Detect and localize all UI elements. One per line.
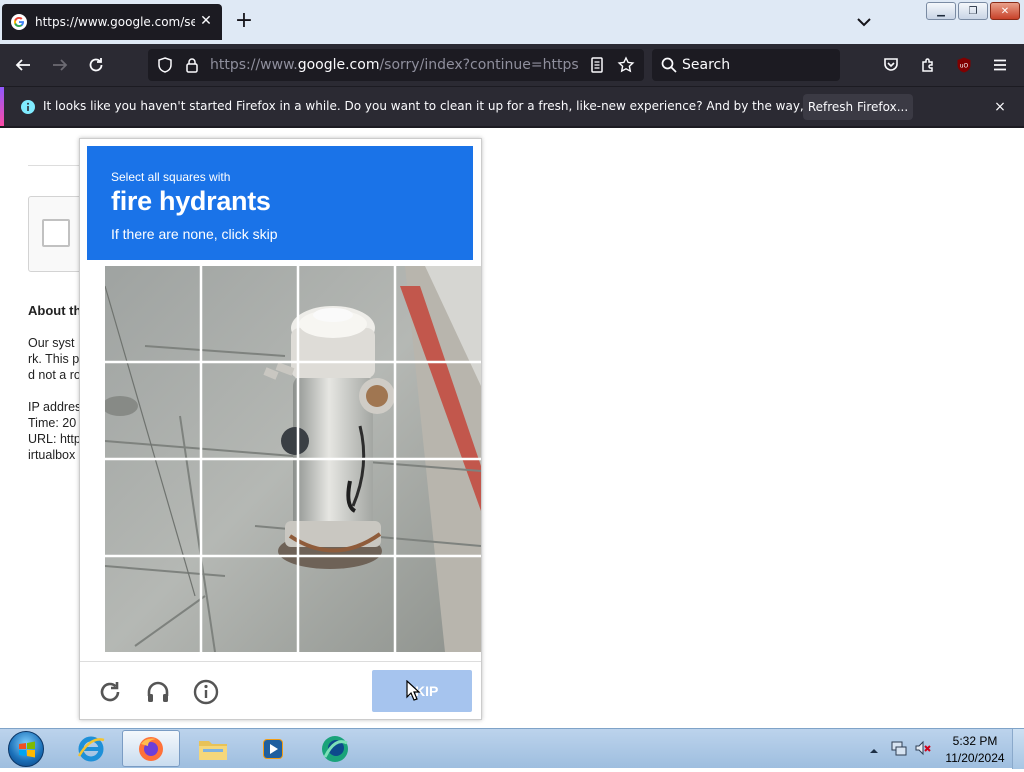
url-bar[interactable]: https://www.google.com/sorry/index?conti…: [148, 49, 644, 81]
file-explorer-icon[interactable]: [184, 730, 242, 767]
network-icon[interactable]: [890, 739, 908, 757]
clock-time[interactable]: 5:32 PM: [950, 734, 1000, 748]
pocket-icon[interactable]: [880, 54, 902, 76]
hamburger-menu-icon[interactable]: [989, 54, 1011, 76]
search-icon: [658, 54, 680, 76]
start-button[interactable]: [8, 731, 44, 767]
url-host: google.com: [297, 57, 380, 73]
back-arrow-icon[interactable]: [12, 54, 34, 76]
captcha-tile-3[interactable]: [293, 266, 387, 363]
navigation-toolbar: https://www.google.com/sorry/index?conti…: [0, 44, 1024, 86]
extensions-puzzle-icon[interactable]: [917, 54, 939, 76]
media-player-icon[interactable]: [244, 730, 302, 767]
svg-text:uO: uO: [960, 63, 969, 70]
info-icon[interactable]: [192, 678, 220, 706]
list-all-tabs-chevron-icon[interactable]: [852, 10, 876, 34]
browser-tab[interactable]: https://www.google.com/search ✕: [2, 4, 222, 40]
page-text-line: Time: 20: [28, 416, 77, 430]
ublock-origin-icon[interactable]: uO: [953, 54, 975, 76]
about-heading: About th: [28, 303, 82, 318]
firefox-icon[interactable]: [122, 730, 180, 767]
refresh-firefox-button[interactable]: Refresh Firefox...: [803, 94, 913, 120]
reload-icon[interactable]: [96, 678, 124, 706]
lock-icon[interactable]: [181, 54, 203, 76]
page-text-line: Our syst: [28, 336, 75, 350]
refresh-firefox-notification: It looks like you haven't started Firefo…: [0, 86, 1024, 127]
captcha-tile-13[interactable]: [105, 556, 199, 653]
captcha-tile-9[interactable]: [105, 459, 199, 556]
search-placeholder: Search: [682, 57, 731, 73]
recaptcha-challenge-popup: Select all squares with fire hydrants If…: [79, 138, 482, 720]
tab-close-icon[interactable]: ✕: [198, 13, 214, 29]
instruction-target: fire hydrants: [111, 186, 271, 216]
captcha-tile-11[interactable]: [293, 459, 387, 556]
captcha-tile-12[interactable]: [387, 459, 481, 556]
page-text-line: d not a ro: [28, 368, 81, 382]
captcha-tile-7[interactable]: [293, 363, 387, 460]
page-text-line: rk. This p: [28, 352, 80, 366]
url-prefix: https://www.: [210, 57, 298, 73]
challenge-footer: SKIP: [80, 661, 481, 720]
shield-icon[interactable]: [154, 54, 176, 76]
restore-button[interactable]: ❐: [958, 2, 988, 20]
notification-accent: [0, 87, 4, 127]
captcha-tile-6[interactable]: [199, 363, 293, 460]
challenge-instructions: Select all squares with fire hydrants If…: [87, 146, 473, 260]
captcha-tile-14[interactable]: [199, 556, 293, 653]
captcha-tile-15[interactable]: [293, 556, 387, 653]
captcha-tile-5[interactable]: [105, 363, 199, 460]
skip-button[interactable]: SKIP: [372, 670, 472, 712]
google-g-icon: [11, 14, 27, 30]
show-desktop-button[interactable]: [1012, 729, 1024, 769]
notification-message: It looks like you haven't started Firefo…: [43, 99, 899, 113]
forward-arrow-icon[interactable]: [49, 54, 71, 76]
captcha-tile-2[interactable]: [199, 266, 293, 363]
info-circle-icon: [17, 96, 39, 118]
recaptcha-checkbox[interactable]: [42, 219, 70, 247]
instruction-sub: If there are none, click skip: [111, 226, 278, 242]
page-text-line: URL: http: [28, 432, 81, 446]
close-window-button[interactable]: ✕: [990, 2, 1020, 20]
challenge-image-grid: [105, 266, 481, 652]
app-icon[interactable]: [306, 730, 364, 767]
captcha-tile-4[interactable]: [387, 266, 481, 363]
volume-muted-icon[interactable]: [914, 739, 932, 757]
internet-explorer-icon[interactable]: [62, 730, 120, 767]
windows-logo-icon: [19, 741, 35, 758]
show-hidden-icons-icon[interactable]: [868, 742, 880, 754]
headphones-icon[interactable]: [144, 678, 172, 706]
new-tab-button[interactable]: +: [232, 10, 256, 34]
notification-close-icon[interactable]: ×: [990, 97, 1010, 117]
captcha-tile-8[interactable]: [387, 363, 481, 460]
bookmark-star-icon[interactable]: [615, 54, 637, 76]
window-titlebar: https://www.google.com/search ✕ + ▁ ❐ ✕: [0, 0, 1024, 44]
page-text-line: IP addres: [28, 400, 82, 414]
url-path: /sorry/index?continue=https://www.g: [379, 57, 578, 73]
clock-date[interactable]: 11/20/2024: [940, 751, 1010, 765]
windows-taskbar: 5:32 PM 11/20/2024: [0, 728, 1024, 769]
instruction-small: Select all squares with: [111, 170, 231, 184]
url-text[interactable]: https://www.google.com/sorry/index?conti…: [210, 57, 578, 73]
reader-view-icon[interactable]: [586, 54, 608, 76]
reload-page-icon[interactable]: [85, 54, 107, 76]
minimize-button[interactable]: ▁: [926, 2, 956, 20]
tab-title: https://www.google.com/search: [35, 15, 195, 29]
captcha-tile-10[interactable]: [199, 459, 293, 556]
search-box[interactable]: Search: [652, 49, 840, 81]
page-text-line: irtualbox: [28, 448, 76, 462]
window-controls: ▁ ❐ ✕: [926, 2, 1020, 20]
mouse-cursor-icon: [406, 680, 421, 701]
captcha-tile-16[interactable]: [387, 556, 481, 653]
captcha-tile-1[interactable]: [105, 266, 199, 363]
